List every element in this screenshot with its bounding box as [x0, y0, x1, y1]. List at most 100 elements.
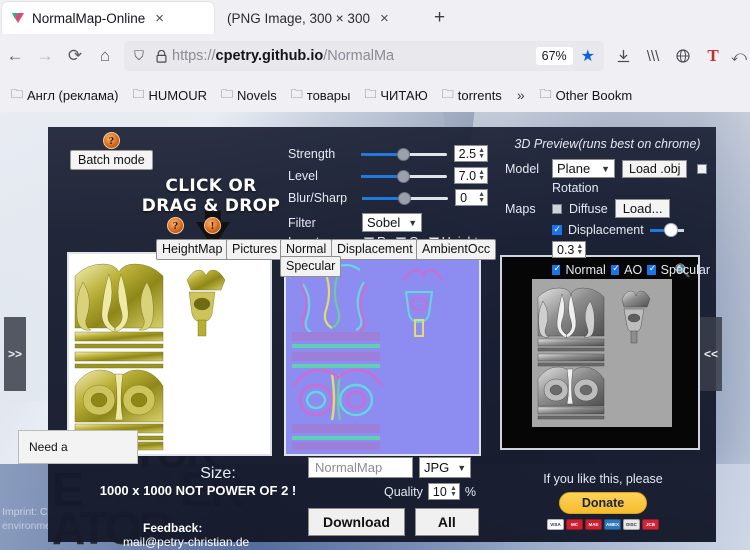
bookmarks-overflow-icon[interactable]: »	[509, 87, 533, 103]
shield-icon[interactable]: ⛉	[128, 45, 150, 67]
bookmark-label-4: ЧИТАЮ	[380, 88, 427, 103]
source-image-preview[interactable]	[67, 252, 272, 456]
model-chevron-down-icon: ▼	[601, 164, 610, 174]
heightmap-help-icon[interactable]: ?	[167, 217, 184, 234]
nav-collapse-right[interactable]: <<	[700, 317, 722, 391]
displacement-toggle-knob[interactable]	[664, 223, 678, 237]
batch-mode-group[interactable]: ? Batch mode	[70, 132, 153, 170]
value-level: 7.0	[459, 169, 476, 183]
quality-percent: %	[465, 485, 476, 499]
map-specular-checkbox[interactable]	[647, 265, 655, 275]
pictures-warn-icon-wrap[interactable]: !	[204, 217, 221, 234]
slider-row-level: Level 7.0 ▲▼	[288, 167, 488, 184]
other-bookmarks-item[interactable]: 🗀Other Bookm	[533, 83, 640, 108]
text-tool-icon[interactable]: T	[698, 41, 728, 71]
download-all-button[interactable]: All	[415, 508, 479, 536]
zoom-level-badge[interactable]: 67%	[536, 47, 573, 65]
diffuse-checkbox[interactable]	[552, 204, 562, 214]
folder-icon: 🗀	[132, 85, 144, 106]
export-format-select[interactable]: JPG ▼	[419, 457, 471, 478]
pictures-warning-icon[interactable]: !	[204, 217, 221, 234]
tab-specular[interactable]: Specular	[280, 256, 341, 277]
quality-value: 10	[433, 485, 447, 499]
tab-strip: NormalMap-Online × (PNG Image, 300 × 300…	[0, 0, 750, 34]
label-map-specular: Specular	[661, 263, 710, 277]
preview-3d-viewport[interactable]: 🔍	[500, 255, 700, 450]
preview3d-panel: 3D Preview(runs best on chrome) Model Pl…	[505, 137, 710, 277]
input-strength[interactable]: 2.5 ▲▼	[454, 145, 488, 162]
select-model[interactable]: Plane ▼	[552, 159, 615, 178]
donate-button[interactable]: Donate	[559, 492, 647, 514]
displacement-checkbox[interactable]	[552, 225, 562, 235]
batch-help-icon[interactable]: ?	[103, 132, 120, 149]
batch-mode-button[interactable]: Batch mode	[70, 150, 153, 170]
tab-displacement[interactable]: Displacement	[331, 239, 419, 260]
browser-tab-2-close-icon[interactable]: ×	[377, 11, 392, 26]
strength-stepper-icon[interactable]: ▲▼	[478, 148, 485, 160]
load-obj-checkbox[interactable]	[697, 164, 707, 174]
source-ornament-graphic	[69, 254, 270, 454]
reload-button-icon[interactable]: ⟳	[60, 41, 90, 71]
slider-level-knob[interactable]	[397, 170, 410, 183]
input-level[interactable]: 7.0 ▲▼	[454, 167, 488, 184]
normalmap-preview[interactable]	[284, 252, 481, 456]
folder-icon: 🗀	[291, 85, 303, 106]
browser-tab-2-title: (PNG Image, 300 × 300	[227, 11, 370, 26]
slider-level[interactable]	[361, 169, 446, 183]
new-tab-button[interactable]: +	[434, 7, 445, 29]
home-button-icon[interactable]: ⌂	[90, 41, 120, 71]
address-bar-url: https://cpetry.github.io/NormalMa	[172, 48, 536, 64]
normalmap-favicon-icon	[11, 11, 25, 25]
label-level: Level	[288, 169, 353, 183]
map-ao-checkbox[interactable]	[611, 265, 619, 275]
bookmark-item-2[interactable]: 🗀Novels	[214, 83, 284, 108]
blur-stepper-icon[interactable]: ▲▼	[478, 192, 485, 204]
slider-blur-knob[interactable]	[398, 192, 411, 205]
tooltip-need-popup[interactable]: Need a	[18, 430, 138, 464]
download-icon[interactable]	[608, 41, 638, 71]
extension-icon[interactable]: ⤺	[728, 41, 750, 71]
feedback-mail[interactable]: mail@petry-christian.de	[123, 535, 249, 549]
maestro-icon: MAE	[585, 519, 602, 530]
globe-icon[interactable]	[668, 41, 698, 71]
level-stepper-icon[interactable]: ▲▼	[478, 170, 485, 182]
map-normal-checkbox[interactable]	[552, 265, 560, 275]
nav-expand-left[interactable]: >>	[4, 317, 26, 391]
tab-pictures[interactable]: Pictures	[226, 239, 283, 260]
bookmark-item-5[interactable]: 🗀torrents	[435, 83, 509, 108]
input-displacement-amount[interactable]: 0.3 ▲▼	[552, 241, 586, 258]
bookmark-item-1[interactable]: 🗀HUMOUR	[125, 83, 214, 108]
tab-ambientocc[interactable]: AmbientOcc	[416, 239, 496, 260]
tab-heightmap[interactable]: HeightMap	[156, 239, 228, 260]
donation-block: If you like this, please Donate VISA MC …	[500, 472, 706, 530]
select-filter[interactable]: Sobel ▼	[362, 213, 422, 232]
quality-stepper-icon[interactable]: ▲▼	[450, 486, 457, 498]
slider-row-strength: Strength 2.5 ▲▼	[288, 145, 488, 162]
bookmark-item-3[interactable]: 🗀товары	[284, 83, 358, 108]
bookmark-item-0[interactable]: 🗀Англ (реклама)	[4, 83, 125, 108]
address-bar[interactable]: ⛉ https://cpetry.github.io/NormalMa 67% …	[124, 41, 604, 71]
heightmap-help-icon-wrap[interactable]: ?	[167, 217, 184, 234]
quality-input[interactable]: 10 ▲▼	[428, 483, 460, 500]
input-blur-sharp[interactable]: 0 ▲▼	[455, 189, 488, 206]
slider-blur-sharp[interactable]	[362, 191, 448, 205]
slider-strength-knob[interactable]	[397, 148, 410, 161]
browser-tab-2[interactable]: (PNG Image, 300 × 300 ×	[218, 2, 418, 34]
browser-tab-1-close-icon[interactable]: ×	[152, 11, 167, 26]
displacement-toggle[interactable]	[650, 223, 684, 237]
export-filename-input[interactable]: NormalMap	[308, 457, 413, 478]
bookmark-star-icon[interactable]: ★	[576, 46, 600, 66]
browser-tab-1[interactable]: NormalMap-Online ×	[2, 2, 214, 34]
library-icon[interactable]: \\\	[638, 41, 668, 71]
folder-icon: 🗀	[442, 85, 454, 106]
bookmark-item-4[interactable]: 🗀ЧИТАЮ	[357, 83, 434, 108]
back-button-icon[interactable]: ←	[0, 41, 30, 71]
load-diffuse-button[interactable]: Load...	[615, 199, 671, 218]
forward-button-icon[interactable]: →	[30, 41, 60, 71]
slider-strength[interactable]	[361, 147, 446, 161]
format-chevron-down-icon: ▼	[457, 463, 466, 473]
download-button[interactable]: Download	[308, 508, 405, 536]
displacement-stepper-icon[interactable]: ▲▼	[576, 244, 583, 256]
amex-icon: AMEX	[604, 519, 621, 530]
load-obj-button[interactable]: Load .obj	[622, 160, 687, 178]
